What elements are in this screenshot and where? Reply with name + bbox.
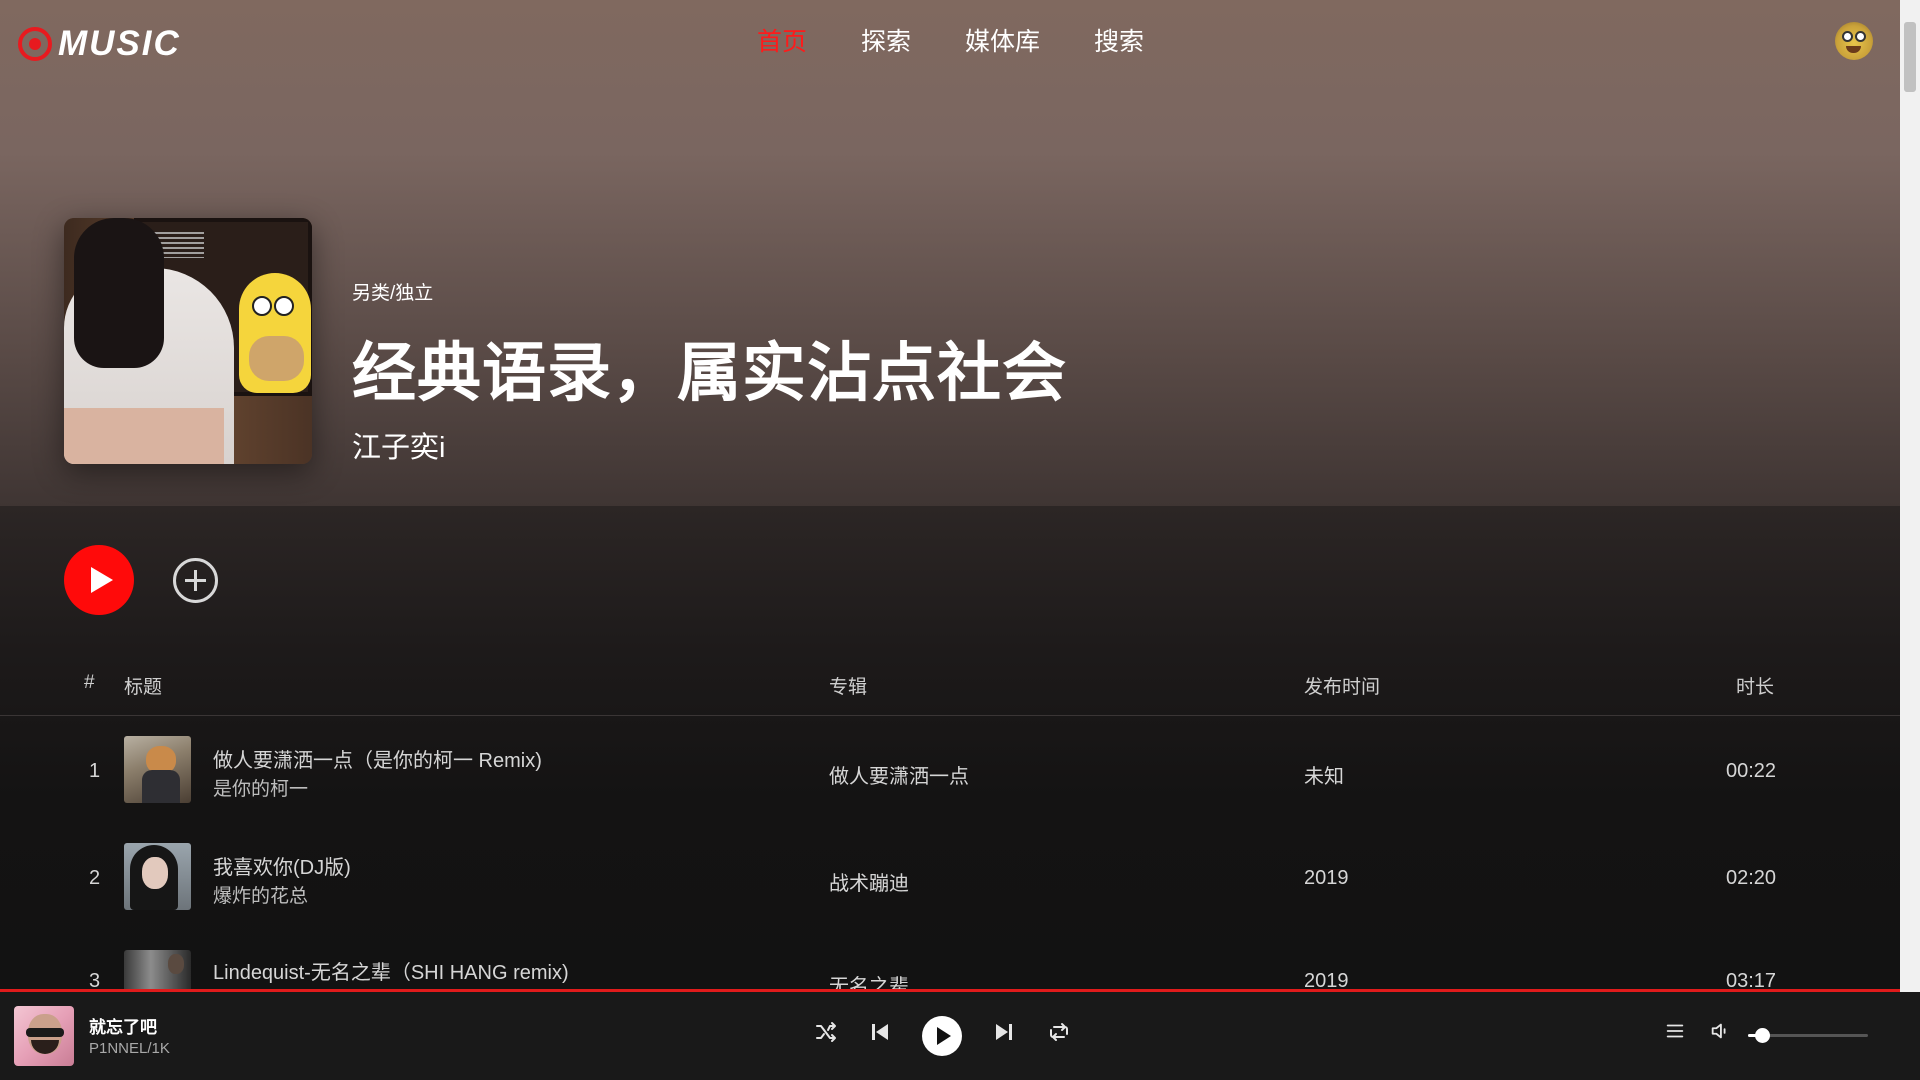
cover-cartoon-mouth: [249, 336, 304, 381]
queue-icon[interactable]: [1664, 1020, 1686, 1042]
column-header-title: 标题: [124, 677, 163, 698]
track-title[interactable]: 我喜欢你(DJ版): [213, 851, 351, 880]
track-artist[interactable]: 爆炸的花总: [213, 881, 308, 908]
track-title[interactable]: 做人要潇洒一点（是你的柯一 Remix): [213, 744, 542, 773]
scrollbar-thumb[interactable]: [1904, 22, 1916, 92]
table-row[interactable]: 2 我喜欢你(DJ版) 爆炸的花总 战术蹦迪 2019 02:20: [0, 843, 1900, 949]
track-duration: 00:22: [1726, 760, 1777, 782]
track-duration: 03:17: [1726, 970, 1777, 989]
cover-cartoon-eye: [274, 296, 294, 316]
logo-text: MUSIC: [58, 24, 181, 63]
avatar-mouth: [1846, 46, 1861, 53]
nav-item-explore[interactable]: 探索: [861, 22, 911, 62]
table-row[interactable]: 3 Lindequist-无名之辈（SHI HANG remix) 无名之辈 2…: [0, 950, 1900, 989]
previous-icon[interactable]: [868, 1020, 892, 1044]
volume-icon[interactable]: [1709, 1020, 1731, 1042]
main-nav: 首页 探索 媒体库 搜索: [757, 22, 1198, 62]
track-release: 未知: [1304, 766, 1344, 788]
track-duration: 02:20: [1726, 867, 1777, 889]
play-pause-button[interactable]: [922, 1016, 962, 1056]
next-icon[interactable]: [992, 1020, 1016, 1044]
header-divider: [0, 715, 1900, 716]
avatar-eye-right: [1855, 31, 1866, 42]
shuffle-icon[interactable]: [814, 1020, 838, 1044]
player-bar: 就忘了吧 P1NNEL/1K: [0, 992, 1920, 1080]
album-title: 经典语录，属实沾点社会: [352, 337, 1067, 409]
track-release: 2019: [1304, 867, 1349, 889]
volume-slider-knob[interactable]: [1755, 1028, 1771, 1043]
track-album[interactable]: 无名之辈: [829, 970, 909, 989]
now-playing-title[interactable]: 就忘了吧: [89, 1013, 157, 1038]
album-cover: [64, 218, 312, 464]
track-index: 3: [89, 970, 101, 989]
cover-glasses: [26, 1028, 64, 1037]
play-album-button[interactable]: [64, 545, 134, 615]
nav-item-library[interactable]: 媒体库: [965, 22, 1040, 62]
top-bar: MUSIC 首页 探索 媒体库 搜索: [0, 0, 1900, 84]
logo-icon: [18, 27, 52, 61]
table-row[interactable]: 1 做人要潇洒一点（是你的柯一 Remix) 是你的柯一 做人要潇洒一点 未知 …: [0, 736, 1900, 842]
track-index: 1: [89, 760, 101, 782]
track-thumbnail: [124, 950, 191, 989]
track-album[interactable]: 做人要潇洒一点: [829, 760, 969, 789]
nav-item-search[interactable]: 搜索: [1094, 22, 1144, 62]
now-playing-artist[interactable]: P1NNEL/1K: [89, 1040, 170, 1057]
album-genre: 另类/独立: [352, 283, 434, 304]
add-to-library-button[interactable]: [173, 558, 218, 603]
play-icon: [91, 567, 113, 593]
nav-item-home[interactable]: 首页: [757, 22, 807, 62]
column-header-duration: 时长: [1736, 677, 1775, 698]
track-title[interactable]: Lindequist-无名之辈（SHI HANG remix): [213, 956, 569, 985]
user-avatar[interactable]: [1835, 22, 1873, 60]
logo[interactable]: MUSIC: [18, 24, 181, 64]
track-index: 2: [89, 867, 101, 889]
column-header-album: 专辑: [829, 677, 868, 698]
column-header-release: 发布时间: [1304, 677, 1381, 698]
cover-person-hair: [74, 218, 164, 368]
track-artist[interactable]: 是你的柯一: [213, 774, 308, 801]
track-thumbnail: [124, 736, 191, 803]
avatar-eye-left: [1842, 31, 1853, 42]
track-thumbnail: [124, 843, 191, 910]
cover-cartoon-eye: [252, 296, 272, 316]
column-header-index: #: [84, 672, 95, 693]
play-icon: [937, 1027, 951, 1045]
scrollbar-track[interactable]: [1900, 0, 1920, 992]
repeat-icon[interactable]: [1047, 1020, 1071, 1044]
now-playing-cover[interactable]: [14, 1006, 74, 1066]
album-artist[interactable]: 江子奕i: [352, 424, 445, 466]
cover-person-skin: [64, 408, 224, 464]
track-album[interactable]: 战术蹦迪: [829, 867, 909, 896]
track-release: 2019: [1304, 970, 1349, 989]
